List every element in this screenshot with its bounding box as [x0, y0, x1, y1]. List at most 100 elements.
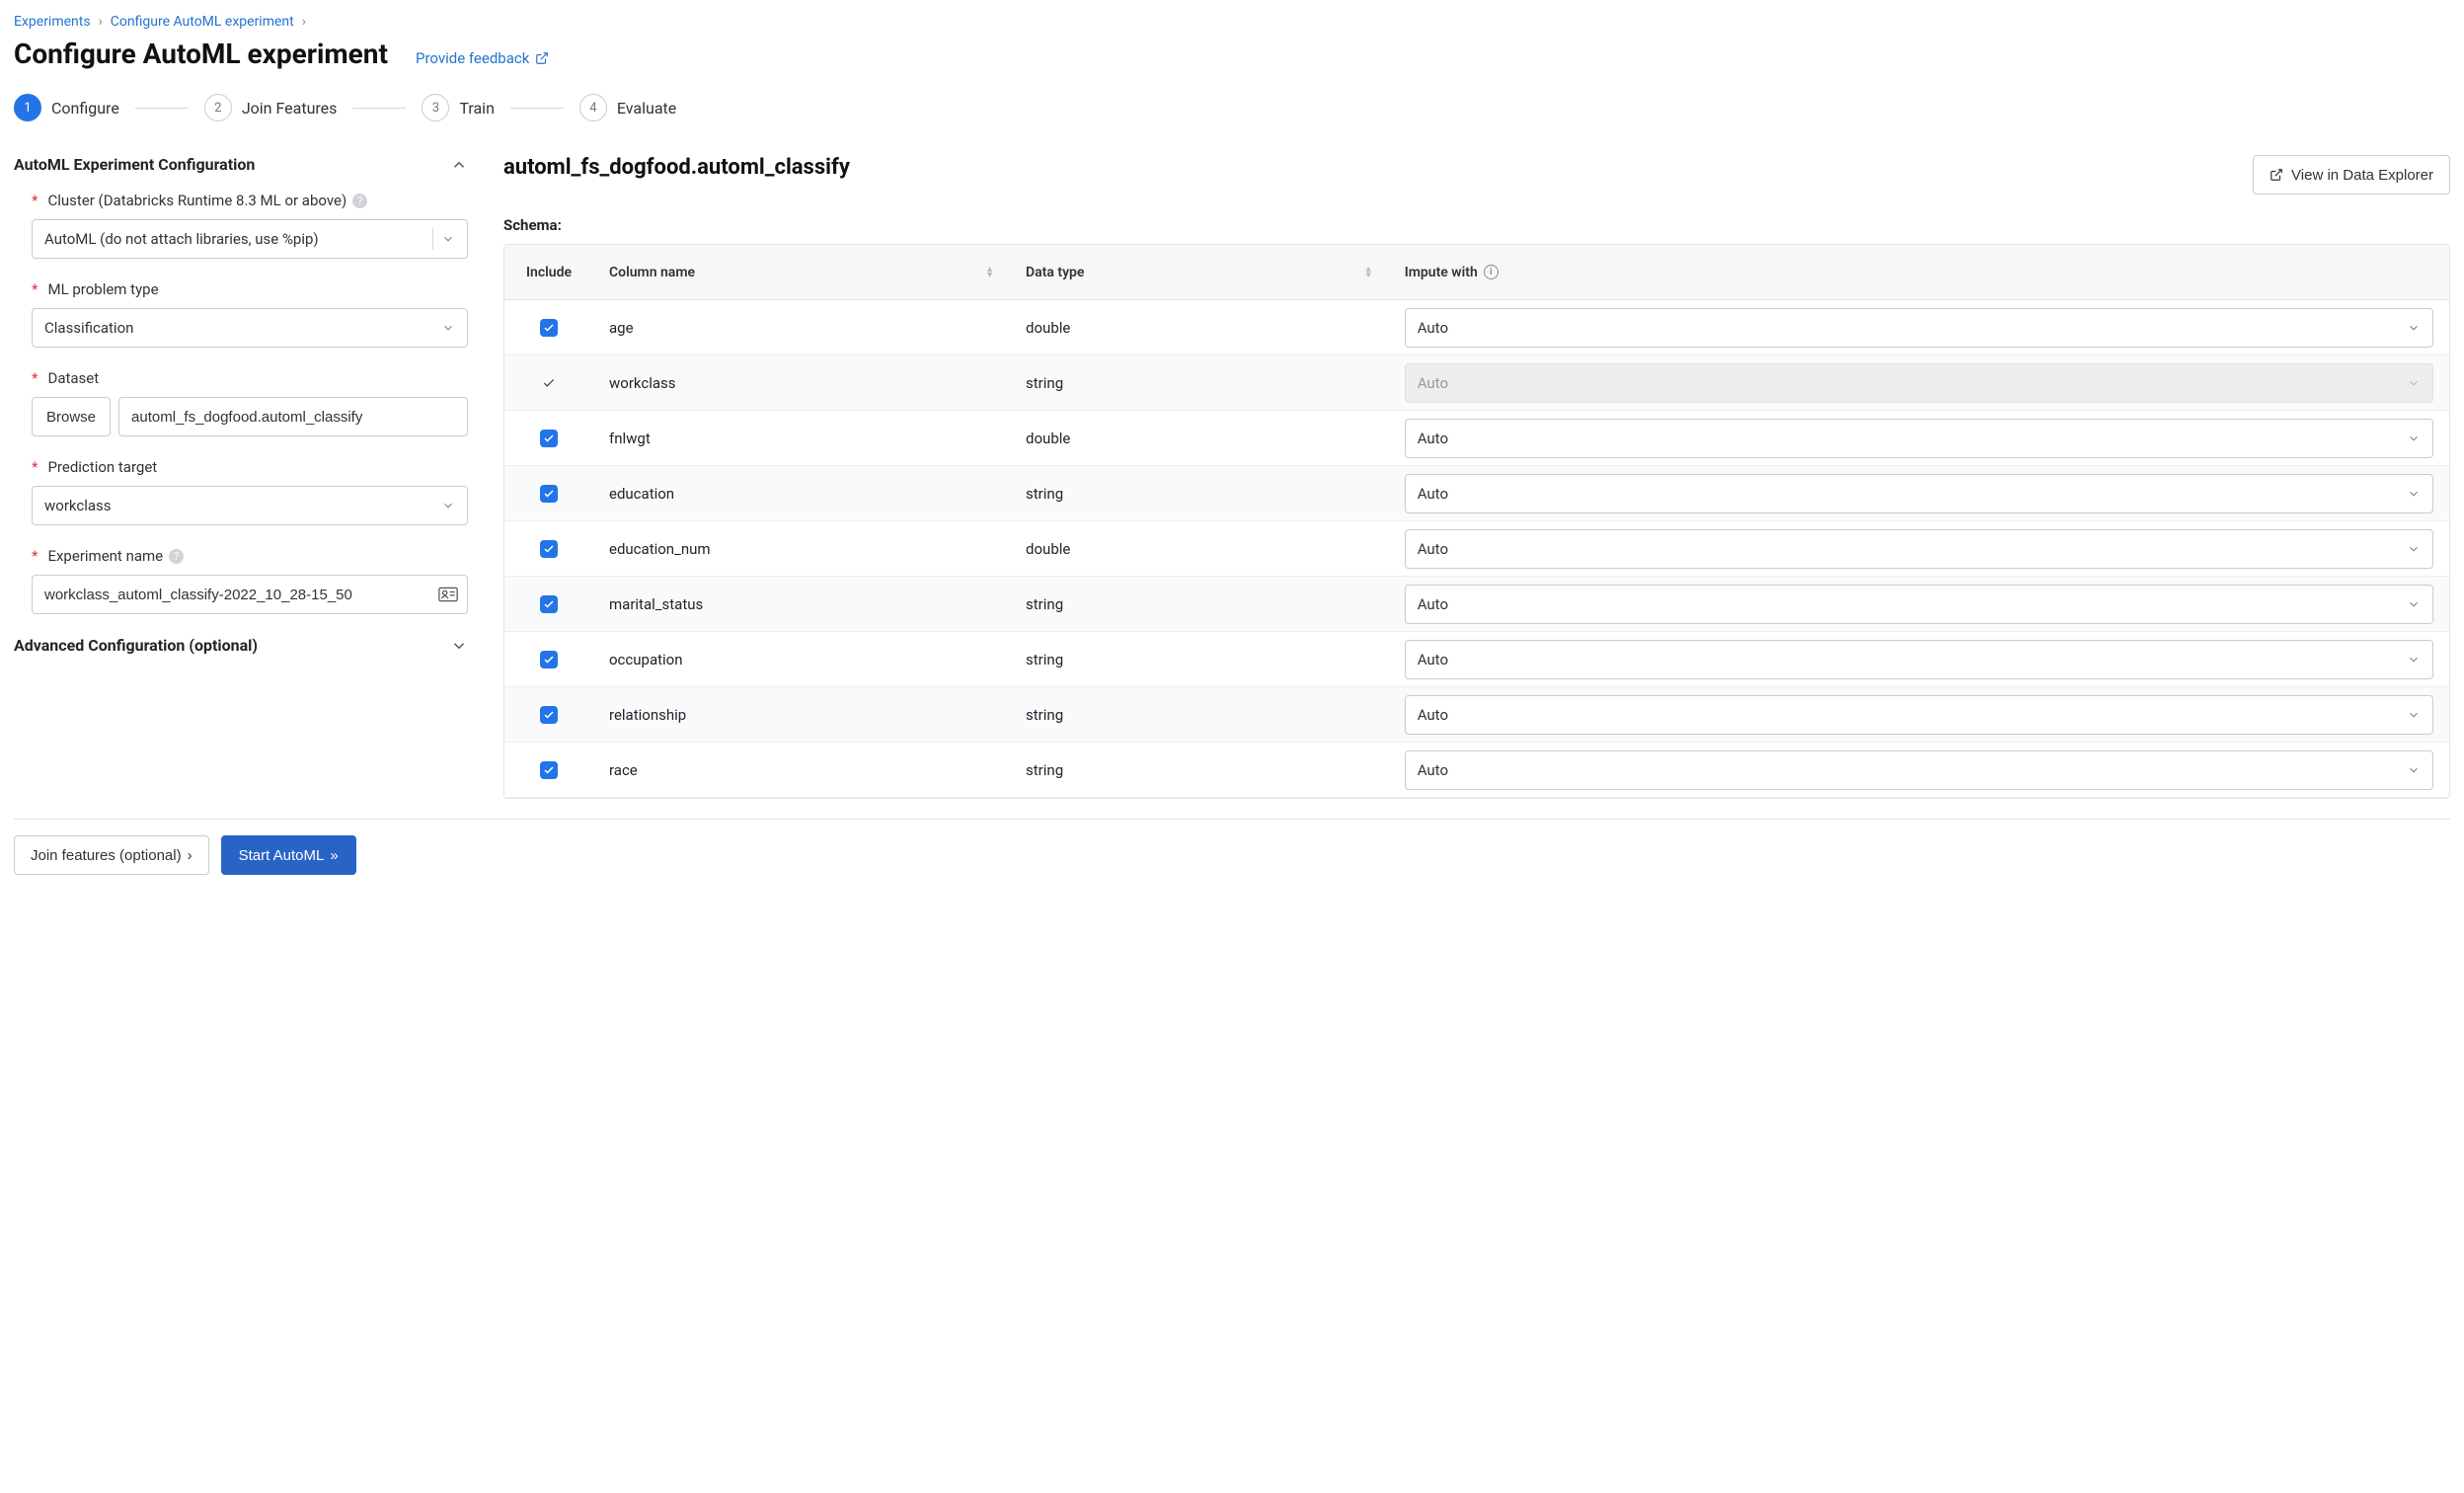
impute-with-select[interactable]: Auto: [1405, 529, 2433, 569]
step-evaluate[interactable]: 4 Evaluate: [579, 94, 676, 121]
view-in-data-explorer-button[interactable]: View in Data Explorer: [2253, 155, 2450, 195]
column-name-cell: education: [593, 485, 1010, 503]
chevron-right-icon: ›: [188, 847, 192, 864]
chevron-right-icon: ›: [302, 14, 306, 30]
prediction-target-select[interactable]: workclass: [32, 486, 468, 525]
help-icon[interactable]: ?: [352, 194, 367, 208]
data-type-cell: string: [1010, 651, 1389, 668]
data-type-cell: string: [1010, 485, 1389, 503]
problem-type-label: * ML problem type: [32, 280, 468, 298]
external-link-icon: [535, 51, 549, 65]
divider: [432, 228, 433, 250]
cluster-select[interactable]: AutoML (do not attach libraries, use %pi…: [32, 219, 468, 259]
include-checkbox[interactable]: [540, 706, 558, 724]
data-type-cell: double: [1010, 540, 1389, 558]
step-join-features[interactable]: 2 Join Features: [204, 94, 338, 121]
include-checkbox[interactable]: [540, 319, 558, 337]
impute-with-select[interactable]: Auto: [1405, 585, 2433, 624]
footer-bar: Join features (optional) › Start AutoML …: [14, 819, 2450, 875]
column-name-cell: age: [593, 319, 1010, 337]
browse-button[interactable]: Browse: [32, 397, 111, 436]
step-label: Configure: [51, 99, 119, 118]
impute-with-select[interactable]: Auto: [1405, 640, 2433, 679]
chevron-down-icon: [441, 499, 455, 512]
problem-type-select[interactable]: Classification: [32, 308, 468, 348]
impute-with-select[interactable]: Auto: [1405, 750, 2433, 790]
chevron-down-icon: [2407, 763, 2421, 777]
impute-with-select[interactable]: Auto: [1405, 308, 2433, 348]
step-configure[interactable]: 1 Configure: [14, 94, 119, 121]
chevron-down-icon: [2407, 542, 2421, 556]
data-type-cell: double: [1010, 319, 1389, 337]
help-icon[interactable]: ?: [169, 549, 184, 564]
include-checkbox[interactable]: [540, 595, 558, 613]
col-impute-with: Impute with i: [1389, 265, 2449, 280]
step-divider: [135, 108, 189, 109]
col-impute-with-label: Impute with: [1405, 265, 1478, 280]
chevron-down-icon: [441, 232, 455, 246]
column-name-cell: workclass: [593, 374, 1010, 392]
section-advanced-config[interactable]: Advanced Configuration (optional): [14, 636, 468, 655]
include-checkbox[interactable]: [540, 430, 558, 447]
impute-with-select[interactable]: Auto: [1405, 695, 2433, 735]
data-type-cell: string: [1010, 761, 1389, 779]
step-number: 2: [204, 94, 232, 121]
include-locked-icon: [540, 374, 558, 392]
table-row: educationstring Auto: [504, 466, 2449, 521]
data-type-cell: string: [1010, 374, 1389, 392]
impute-value: Auto: [1418, 761, 1448, 779]
breadcrumb: Experiments › Configure AutoML experimen…: [14, 14, 2450, 30]
id-card-icon[interactable]: [438, 587, 458, 602]
col-include[interactable]: Include: [504, 265, 593, 280]
cluster-label-text: Cluster (Databricks Runtime 8.3 ML or ab…: [47, 192, 346, 209]
step-label: Join Features: [242, 99, 338, 118]
include-checkbox[interactable]: [540, 651, 558, 668]
chevron-down-icon: [2407, 487, 2421, 501]
column-name-cell: occupation: [593, 651, 1010, 668]
table-row: fnlwgtdouble Auto: [504, 411, 2449, 466]
chevron-down-icon: [2407, 321, 2421, 335]
impute-value: Auto: [1418, 595, 1448, 613]
prediction-target-label: * Prediction target: [32, 458, 468, 476]
table-row: racestringAuto: [504, 743, 2449, 798]
dataset-input[interactable]: [118, 397, 468, 436]
data-type-cell: string: [1010, 706, 1389, 724]
include-checkbox[interactable]: [540, 540, 558, 558]
schema-header-row: Include Column name ▲▼ Data type ▲▼ Impu…: [504, 245, 2449, 300]
page-title: Configure AutoML experiment: [14, 38, 388, 70]
dataset-label: * Dataset: [32, 369, 468, 387]
section-automl-config[interactable]: AutoML Experiment Configuration: [14, 155, 468, 174]
breadcrumb-experiments[interactable]: Experiments: [14, 14, 91, 30]
step-train[interactable]: 3 Train: [422, 94, 495, 121]
include-checkbox[interactable]: [540, 761, 558, 779]
table-row: education_numdoubleAuto: [504, 521, 2449, 577]
start-automl-button[interactable]: Start AutoML »: [221, 835, 356, 875]
experiment-name-input[interactable]: [32, 575, 468, 614]
experiment-name-label-text: Experiment name: [47, 547, 163, 565]
join-features-button[interactable]: Join features (optional) ›: [14, 835, 209, 875]
column-name-cell: fnlwgt: [593, 430, 1010, 447]
table-row: agedouble Auto: [504, 300, 2449, 355]
table-row: marital_statusstringAuto: [504, 577, 2449, 632]
breadcrumb-configure[interactable]: Configure AutoML experiment: [111, 14, 294, 30]
cluster-value: AutoML (do not attach libraries, use %pi…: [44, 230, 319, 248]
include-checkbox[interactable]: [540, 485, 558, 503]
step-number: 4: [579, 94, 607, 121]
provide-feedback-label: Provide feedback: [416, 49, 529, 67]
impute-value: Auto: [1418, 374, 1448, 392]
step-divider: [352, 108, 406, 109]
data-type-cell: double: [1010, 430, 1389, 447]
impute-value: Auto: [1418, 430, 1448, 447]
impute-with-select[interactable]: Auto: [1405, 419, 2433, 458]
section-title: AutoML Experiment Configuration: [14, 155, 255, 174]
provide-feedback-link[interactable]: Provide feedback: [416, 49, 549, 67]
prediction-target-value: workclass: [44, 497, 112, 514]
chevron-down-icon: [2407, 376, 2421, 390]
impute-with-select[interactable]: Auto: [1405, 474, 2433, 513]
external-link-icon: [2270, 168, 2283, 182]
col-column-name[interactable]: Column name ▲▼: [593, 265, 1010, 280]
col-data-type[interactable]: Data type ▲▼: [1010, 265, 1389, 280]
step-label: Train: [459, 99, 495, 118]
col-column-name-label: Column name: [609, 265, 695, 280]
info-icon[interactable]: i: [1484, 265, 1499, 279]
